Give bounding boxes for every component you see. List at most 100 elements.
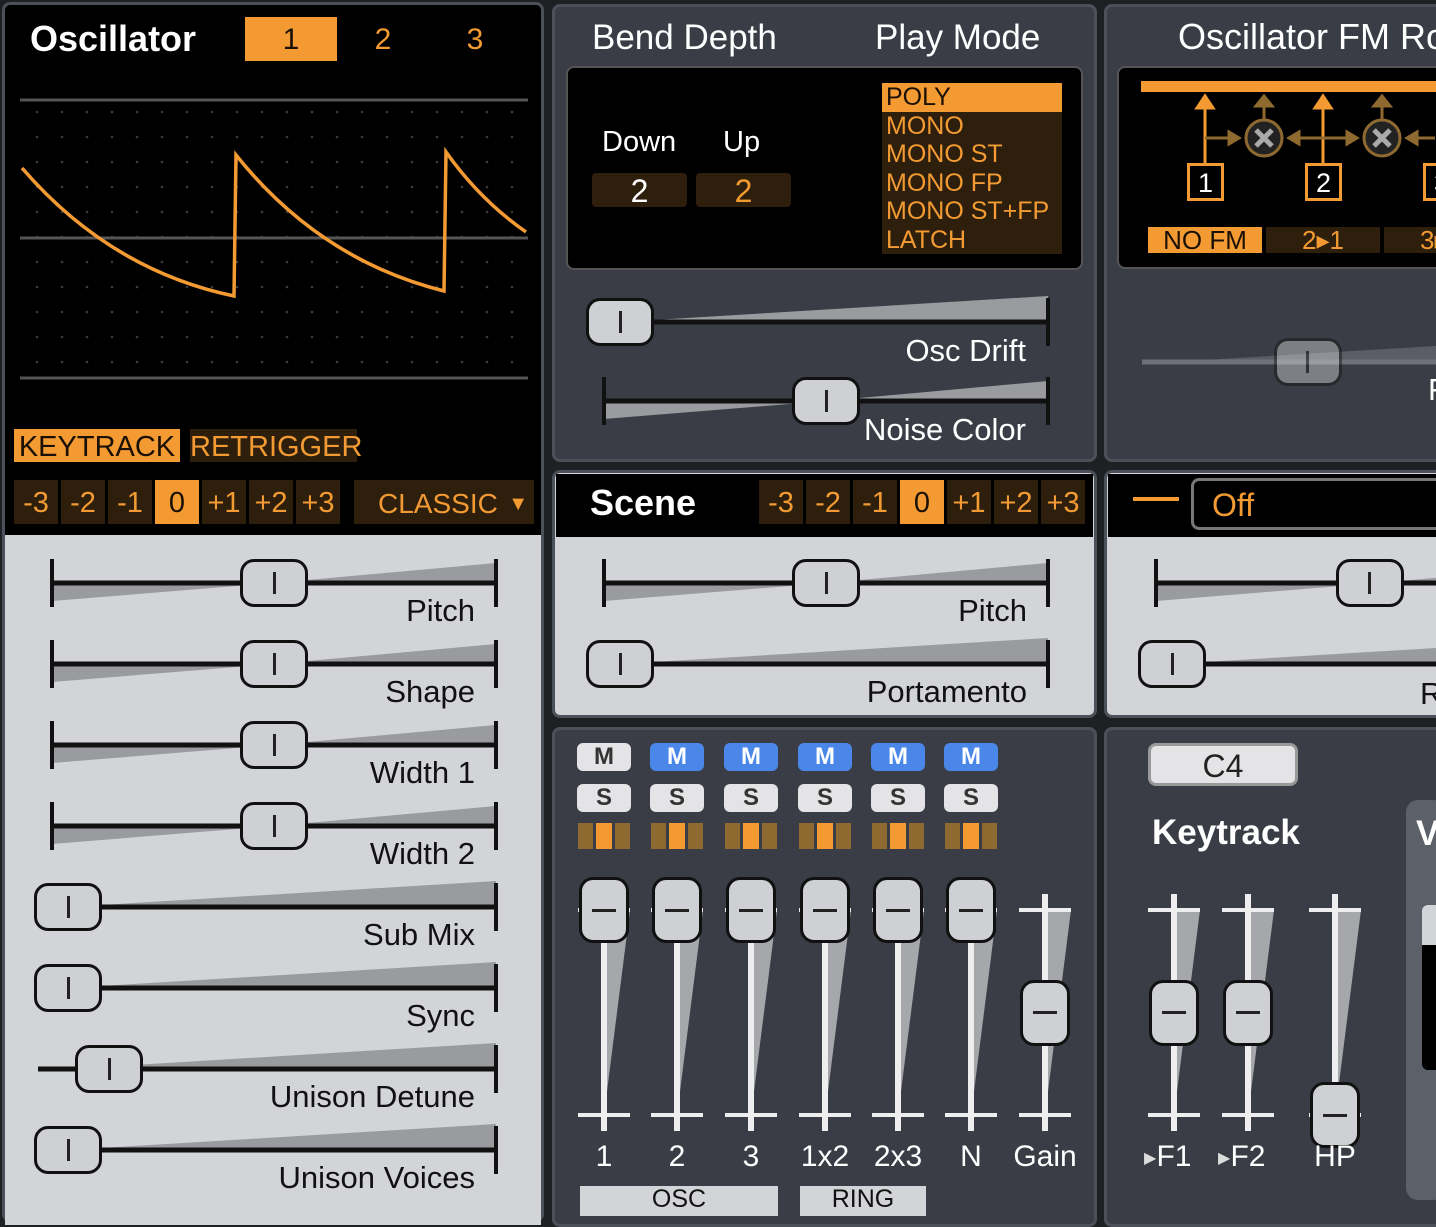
play-mode-mono-st[interactable]: MONO ST (882, 140, 1062, 169)
keytrack-toggle[interactable]: KEYTRACK (14, 429, 180, 463)
mixer-gain-fader-handle[interactable] (1020, 979, 1070, 1046)
mixer-fader-1-handle[interactable] (579, 877, 629, 943)
oscillator-octave--2[interactable]: -2 (61, 480, 105, 524)
keytrack-title: Keytrack (1152, 813, 1300, 852)
oscillator-params-area (5, 535, 541, 1225)
solo-button-3[interactable]: S (724, 784, 778, 812)
off-dropdown[interactable]: Off (1191, 478, 1436, 530)
level-meter-2x3 (872, 823, 924, 849)
dash-icon (1133, 497, 1179, 501)
off-value: Off (1212, 487, 1255, 523)
play-mode-mono-st-fp[interactable]: MONO ST+FP (882, 197, 1062, 226)
fm-mode-1[interactable]: 2▸1 (1266, 227, 1380, 253)
fm-osc-box-2: 2 (1305, 163, 1342, 201)
osc-drift-label: Osc Drift (905, 333, 1026, 368)
level-meter-1x2 (799, 823, 851, 849)
scene-octave--1[interactable]: -1 (853, 480, 897, 524)
oscillator-type-value: CLASSIC (378, 488, 498, 519)
osc-slider-unison-voices-label: Unison Voices (278, 1160, 475, 1195)
osc-slider-unison-detune-label: Unison Detune (269, 1079, 475, 1114)
level-meter-3 (725, 823, 777, 849)
retrigger-toggle[interactable]: RETRIGGER (190, 429, 362, 463)
oscillator-octave--1[interactable]: -1 (108, 480, 152, 524)
mute-button-3[interactable]: M (724, 743, 778, 771)
fm-depth-slider-handle[interactable] (1273, 338, 1342, 386)
mute-button-2x3[interactable]: M (871, 743, 925, 771)
mute-button-1x2[interactable]: M (798, 743, 852, 771)
bend-up-value[interactable]: 2 (696, 173, 791, 209)
bend-down-label: Down (602, 126, 677, 158)
solo-button-1[interactable]: S (577, 784, 631, 812)
scene-title: Scene (590, 482, 697, 523)
scene-octave--3[interactable]: -3 (759, 480, 803, 524)
bend-up-label: Up (723, 126, 761, 158)
scene-octave--2[interactable]: -2 (806, 480, 850, 524)
mixer-fader-1x2-handle[interactable] (800, 877, 850, 943)
keytrack-f2-label: F2 (1230, 1140, 1266, 1173)
osc-slider-sub-mix-handle[interactable] (34, 883, 102, 931)
keytrack-f1-slider-handle[interactable] (1149, 979, 1199, 1046)
bend-down-value[interactable]: 2 (592, 173, 687, 209)
scene-octave-+1[interactable]: +1 (947, 480, 991, 524)
play-mode-mono-fp[interactable]: MONO FP (882, 168, 1062, 197)
scene-slider-pitch-handle[interactable] (792, 559, 860, 607)
osc-slider-width-1-label: Width 1 (369, 755, 475, 790)
mixer-fader-2-handle[interactable] (652, 877, 702, 943)
solo-button-2x3[interactable]: S (871, 784, 925, 812)
osc-slider-pitch-label: Pitch (406, 593, 475, 628)
oscillator-octave-+1[interactable]: +1 (202, 480, 246, 524)
mute-button-2[interactable]: M (650, 743, 704, 771)
osc-slider-sync-label: Sync (406, 998, 475, 1033)
osc-slider-sync-handle[interactable] (34, 964, 102, 1012)
scene-octave-+3[interactable]: +3 (1041, 480, 1085, 524)
oscillator-tab-3[interactable]: 3 (429, 17, 521, 61)
oscillator-octave-0[interactable]: 0 (155, 480, 199, 524)
scene-octave-0[interactable]: 0 (900, 480, 944, 524)
filter-subpanel-display (1422, 905, 1436, 1070)
osc-slider-width-1-handle[interactable] (240, 721, 308, 769)
oscillator-octave-+2[interactable]: +2 (249, 480, 293, 524)
right-mid-slider-1-handle[interactable] (1138, 640, 1206, 688)
mixer-fader-2x3-handle[interactable] (873, 877, 923, 943)
fm-osc-box-3: 3 (1423, 163, 1436, 201)
oscillator-octave--3[interactable]: -3 (14, 480, 58, 524)
mixer-gain-label: Gain (1013, 1140, 1077, 1173)
mute-button-N[interactable]: M (944, 743, 998, 771)
mute-button-1[interactable]: M (577, 743, 631, 771)
mixer-fader-3-handle[interactable] (726, 877, 776, 943)
global-slider-noise-color-handle[interactable] (792, 377, 860, 425)
right-mid-label: R (1420, 676, 1436, 711)
oscillator-octave-+3[interactable]: +3 (296, 480, 340, 524)
osc-slider-shape-handle[interactable] (240, 640, 308, 688)
keytrack-f2-slider-handle[interactable] (1223, 979, 1273, 1046)
osc-slider-width-2-handle[interactable] (240, 802, 308, 850)
noise-color-label: Noise Color (864, 412, 1026, 447)
keytrack-hp-slider-handle[interactable] (1310, 1082, 1360, 1148)
fm-osc-box-1: 1 (1187, 163, 1224, 201)
mixer-fader-N-handle[interactable] (946, 877, 996, 943)
fm-mode-0[interactable]: NO FM (1148, 227, 1262, 253)
play-mode-poly[interactable]: POLY (882, 83, 1062, 112)
oscillator-tab-1[interactable]: 1 (245, 17, 337, 61)
global-slider-osc-drift-handle[interactable] (586, 298, 654, 346)
solo-button-2[interactable]: S (650, 784, 704, 812)
level-meter-2 (651, 823, 703, 849)
osc-slider-unison-voices-handle[interactable] (34, 1126, 102, 1174)
right-mid-slider-0-handle[interactable] (1335, 559, 1404, 607)
oscillator-tab-2[interactable]: 2 (337, 17, 429, 61)
triangle-down-icon: ▼ (508, 493, 528, 515)
play-mode-latch[interactable]: LATCH (882, 225, 1062, 254)
fm-mode-2[interactable]: 3▸2 (1384, 227, 1436, 253)
osc-slider-unison-detune-handle[interactable] (75, 1045, 144, 1093)
osc-slider-pitch-handle[interactable] (240, 559, 308, 607)
oscillator-type-dropdown[interactable]: CLASSIC ▼ (354, 480, 534, 524)
play-mode-mono[interactable]: MONO (882, 111, 1062, 140)
scene-octave-+2[interactable]: +2 (994, 480, 1038, 524)
fm-routing-diagram (1141, 81, 1436, 163)
solo-button-1x2[interactable]: S (798, 784, 852, 812)
solo-button-N[interactable]: S (944, 784, 998, 812)
scene-slider-portamento-handle[interactable] (586, 640, 654, 688)
keytrack-root-note[interactable]: C4 (1148, 743, 1298, 786)
filter-subpanel-title: V (1416, 814, 1436, 853)
scene-slider-portamento-label: Portamento (866, 674, 1027, 709)
